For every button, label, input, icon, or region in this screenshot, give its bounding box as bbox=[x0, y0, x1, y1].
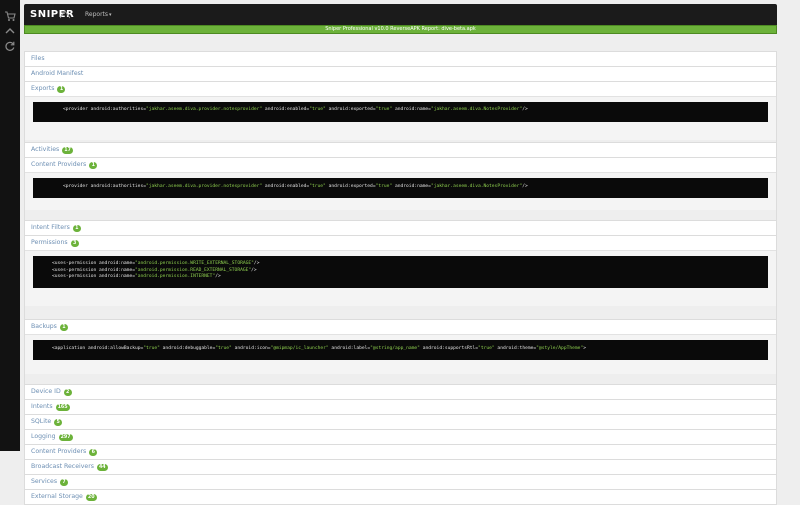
section-intents: Intents 165 bbox=[24, 399, 777, 414]
section-header-intent-filters[interactable]: Intent Filters 1 bbox=[25, 221, 776, 235]
section-header-external-storage[interactable]: External Storage 20 bbox=[25, 490, 776, 504]
code-block: <provider android:authorities="jakhar.as… bbox=[33, 178, 768, 198]
top-navbar: SNIPER Reports▾ bbox=[24, 4, 777, 25]
section-spacer bbox=[24, 306, 777, 319]
section-device-id: Device ID 2 bbox=[24, 384, 777, 399]
section-activities: Activities 17 bbox=[24, 142, 777, 157]
section-header-services[interactable]: Services 7 bbox=[25, 475, 776, 489]
upload-icon[interactable] bbox=[4, 25, 16, 37]
code-line: <uses-permission android:name="android.p… bbox=[52, 274, 221, 280]
count-badge: 44 bbox=[96, 463, 108, 471]
section-spacer bbox=[24, 374, 777, 384]
section-header-android-manifest[interactable]: Android Manifest bbox=[25, 67, 776, 81]
code-line: <provider android:authorities="jakhar.as… bbox=[63, 184, 528, 189]
count-badge: 2 bbox=[63, 388, 72, 396]
section-header-backups[interactable]: Backups 1 bbox=[25, 320, 776, 334]
count-badge: 1 bbox=[72, 224, 81, 232]
count-badge: 1 bbox=[89, 161, 98, 169]
section-intent-filters: Intent Filters 1 bbox=[24, 220, 777, 235]
section-spacer bbox=[24, 210, 777, 220]
section-broadcast-receivers: Broadcast Receivers 44 bbox=[24, 459, 777, 474]
permissions-panel: <uses-permission android:name="android.p… bbox=[25, 250, 776, 306]
cart-icon[interactable] bbox=[4, 10, 16, 22]
sidebar bbox=[0, 0, 20, 451]
section-android-manifest: Android Manifest bbox=[24, 66, 777, 81]
count-badge: 20 bbox=[85, 493, 97, 501]
reports-menu[interactable]: Reports▾ bbox=[85, 10, 112, 20]
section-header-files[interactable]: Files bbox=[25, 52, 776, 66]
caret-down-icon: ▾ bbox=[109, 12, 112, 18]
section-services: Services 7 bbox=[24, 474, 777, 489]
count-badge: 5 bbox=[54, 418, 63, 426]
crosshair-icon bbox=[60, 10, 70, 19]
report-banner: Sniper Professional v10.0 ReverseAPK Rep… bbox=[24, 25, 777, 34]
count-badge: 17 bbox=[62, 146, 73, 154]
reports-menu-label: Reports bbox=[85, 11, 109, 18]
section-external-storage: External Storage 20 bbox=[24, 489, 777, 505]
section-content-providers: Content Providers 1 <provider android:aut… bbox=[24, 157, 777, 210]
refresh-icon[interactable] bbox=[4, 40, 16, 52]
count-badge: 165 bbox=[55, 403, 70, 411]
section-header-permissions[interactable]: Permissions 3 bbox=[25, 236, 776, 250]
section-backups: Backups 1 <application android:allowBacku… bbox=[24, 319, 777, 374]
section-permissions: Permissions 3 <uses-permission android:na… bbox=[24, 235, 777, 306]
backups-panel: <application android:allowBackup="true" … bbox=[25, 334, 776, 374]
section-header-device-id[interactable]: Device ID 2 bbox=[25, 385, 776, 399]
code-line: <application android:allowBackup="true" … bbox=[52, 346, 586, 351]
section-header-logging[interactable]: Logging 297 bbox=[25, 430, 776, 444]
count-badge: 297 bbox=[58, 433, 73, 441]
section-sqlite: SQLite 5 bbox=[24, 414, 777, 429]
section-header-broadcast-receivers[interactable]: Broadcast Receivers 44 bbox=[25, 460, 776, 474]
content-providers-panel: <provider android:authorities="jakhar.as… bbox=[25, 172, 776, 210]
report-sections: Files Android Manifest Exports 1 <provide… bbox=[24, 51, 777, 505]
section-header-intents[interactable]: Intents 165 bbox=[25, 400, 776, 414]
count-badge: 6 bbox=[89, 448, 98, 456]
section-logging: Logging 297 bbox=[24, 429, 777, 444]
section-header-exports[interactable]: Exports 1 bbox=[25, 82, 776, 96]
count-badge: 7 bbox=[60, 478, 69, 486]
section-files: Files bbox=[24, 51, 777, 66]
section-content-providers-2: Content Providers 6 bbox=[24, 444, 777, 459]
code-line: <provider android:authorities="jakhar.as… bbox=[63, 107, 528, 112]
code-block: <provider android:authorities="jakhar.as… bbox=[33, 102, 768, 122]
count-badge: 3 bbox=[70, 239, 79, 247]
section-header-content-providers[interactable]: Content Providers 1 bbox=[25, 158, 776, 172]
section-header-activities[interactable]: Activities 17 bbox=[25, 143, 776, 157]
section-exports: Exports 1 <provider android:authorities="… bbox=[24, 81, 777, 140]
section-header-sqlite[interactable]: SQLite 5 bbox=[25, 415, 776, 429]
exports-panel: <provider android:authorities="jakhar.as… bbox=[25, 96, 776, 140]
code-block: <uses-permission android:name="android.p… bbox=[33, 256, 768, 288]
code-line: <uses-permission android:name="android.p… bbox=[52, 261, 260, 266]
count-badge: 1 bbox=[57, 85, 66, 93]
section-header-content-providers-2[interactable]: Content Providers 6 bbox=[25, 445, 776, 459]
code-block: <application android:allowBackup="true" … bbox=[33, 340, 768, 360]
count-badge: 1 bbox=[59, 323, 68, 331]
